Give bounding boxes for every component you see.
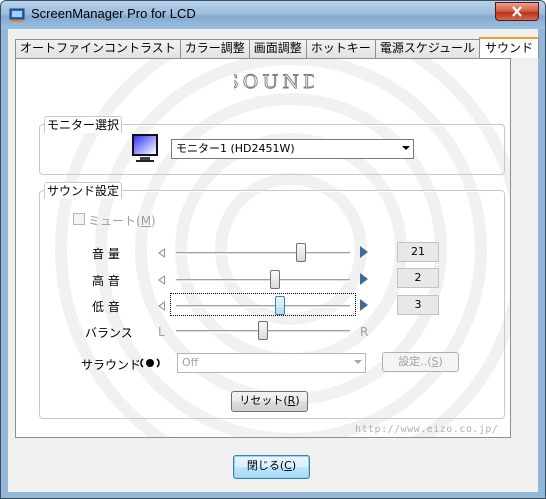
tab-hotkey[interactable]: ホットキー [305, 39, 376, 58]
chevron-down-icon [354, 360, 362, 364]
window-title: ScreenManager Pro for LCD [31, 6, 196, 21]
monitor-dropdown-value: モニター1 (HD2451W) [176, 142, 295, 155]
tab-screen-adjust[interactable]: 画面調整 [248, 39, 307, 58]
close-button-end: ) [291, 459, 297, 472]
monitor-dropdown[interactable]: モニター1 (HD2451W) [171, 139, 414, 159]
mute-mnemonic: M [140, 214, 152, 228]
bass-label: 低 音 [92, 300, 120, 314]
bass-track[interactable] [176, 305, 350, 308]
decrease-treble-icon[interactable] [158, 275, 165, 285]
svg-text:SOUND: SOUND [234, 71, 314, 93]
close-icon [512, 6, 522, 17]
chevron-down-icon [402, 146, 410, 150]
reset-button-end: ) [295, 394, 300, 407]
surround-icon [140, 358, 160, 368]
balance-label: バランス [85, 326, 133, 340]
increase-bass-icon[interactable] [360, 299, 368, 311]
increase-treble-icon[interactable] [360, 273, 368, 285]
close-button-text: 閉じる( [246, 459, 285, 472]
monitor-icon [132, 134, 158, 162]
increase-volume-icon[interactable] [360, 246, 368, 258]
close-button[interactable]: 閉じる(C) [233, 455, 310, 479]
settings-button-end: ) [438, 355, 443, 368]
mute-label-text: ミュート( [88, 214, 141, 228]
balance-right-label: R [360, 325, 369, 339]
window-close-button[interactable] [495, 2, 539, 21]
reset-button-text: リセット( [239, 394, 288, 407]
decrease-bass-icon[interactable] [158, 301, 165, 311]
volume-slider-thumb[interactable] [296, 243, 307, 262]
decrease-volume-icon[interactable] [158, 248, 165, 258]
reset-button[interactable]: リセット(R) [231, 391, 308, 412]
tab-power-schedule[interactable]: 電源スケジュール [374, 39, 480, 58]
tab-color-adjust[interactable]: カラー調整 [179, 39, 250, 58]
mute-label: ミュート(M) [88, 212, 156, 229]
settings-button-text: 設定..( [398, 355, 432, 368]
mute-label-end: ) [151, 214, 156, 228]
volume-label: 音 量 [92, 247, 120, 261]
balance-slider-thumb[interactable] [258, 321, 268, 340]
tab-strip: オートファインコントラスト カラー調整 画面調整 ホットキー 電源スケジュール … [15, 37, 539, 58]
treble-track[interactable] [176, 279, 350, 282]
app-icon [9, 8, 25, 22]
monitor-select-title: モニター選択 [44, 116, 123, 133]
mute-checkbox[interactable] [73, 213, 85, 225]
bass-slider-thumb[interactable] [275, 296, 286, 315]
sound-logo: SOUND [234, 71, 314, 94]
close-button-mnemonic: C [284, 459, 292, 472]
sound-settings-title: サウンド設定 [44, 182, 123, 199]
surround-label: サラウンド [81, 356, 141, 373]
surround-settings-button[interactable]: 設定..(S) [382, 352, 459, 372]
volume-track[interactable] [176, 252, 350, 255]
balance-left-label: L [158, 325, 165, 339]
bass-value: 3 [397, 295, 439, 315]
treble-slider-thumb[interactable] [270, 270, 281, 289]
tab-auto-fine-contrast[interactable]: オートファインコントラスト [15, 39, 181, 58]
eizo-url: http://www.eizo.co.jp/ [355, 424, 499, 435]
treble-value: 2 [397, 268, 439, 288]
surround-dropdown-value: Off [182, 356, 199, 369]
treble-label: 高 音 [92, 274, 120, 288]
tab-sound[interactable]: サウンド [478, 37, 539, 58]
title-bar[interactable]: ScreenManager Pro for LCD [1, 1, 545, 29]
volume-value: 21 [397, 242, 439, 262]
surround-label-text: サラウンド [81, 358, 142, 372]
surround-dropdown[interactable]: Off [177, 353, 366, 373]
